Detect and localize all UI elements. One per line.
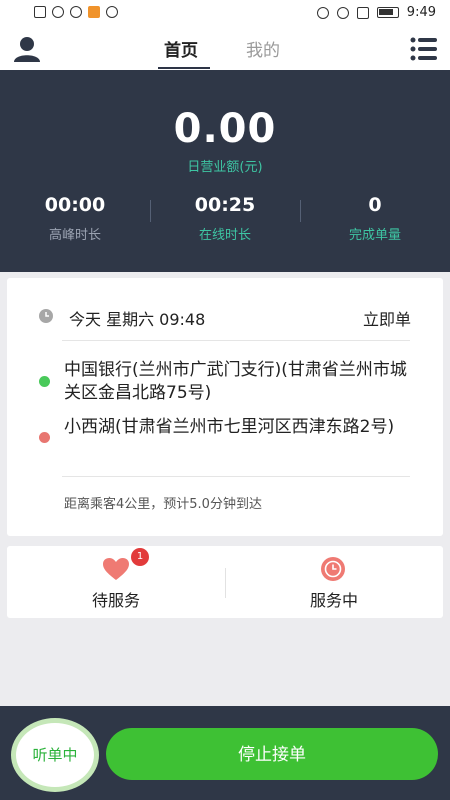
dropoff-dot-icon (39, 432, 50, 443)
heart-icon (103, 558, 129, 580)
stop-accepting-button[interactable]: 停止接单 (106, 728, 438, 780)
top-nav: 首页 我的 (0, 28, 450, 70)
tab-home[interactable]: 首页 (164, 36, 198, 61)
stat-value: 00:25 (194, 194, 256, 216)
tab-mine[interactable]: 我的 (246, 36, 280, 61)
in-service-button[interactable]: 服务中 (225, 546, 443, 618)
divider (62, 340, 410, 341)
battery-icon (376, 7, 399, 18)
stat-online-duration: 00:25 在线时长 (150, 194, 300, 243)
stat-value: 00:00 (44, 194, 106, 216)
bottom-action-bar: 听单中 停止接单 (0, 706, 450, 800)
status-bar: 9:49 (0, 0, 450, 28)
pending-service-label: 待服务 (91, 591, 140, 610)
clock-time: 9:49 (406, 5, 436, 20)
clock-badge-icon (321, 557, 345, 581)
gps-icon (336, 6, 349, 19)
stat-label: 高峰时长 (48, 228, 101, 243)
in-service-label: 服务中 (309, 591, 358, 610)
pending-service-button[interactable]: 1 待服务 (7, 546, 225, 618)
wifi-icon (52, 6, 64, 18)
order-card[interactable]: 今天 星期六 09:48 立即单 中国银行(兰州市广武门支行)(甘肃省兰州市城关… (7, 278, 443, 536)
pickup-dot-icon (39, 376, 50, 387)
listening-orders-button[interactable]: 听单中 (11, 718, 99, 792)
dropoff-address: 小西湖(甘肃省兰州市七里河区西津东路2号) (64, 417, 395, 437)
order-type: 立即单 (362, 310, 411, 329)
order-time: 今天 星期六 09:48 (69, 310, 206, 329)
eye-icon (316, 6, 329, 19)
menu-list-icon[interactable] (410, 37, 438, 61)
daily-income-value: 0.00 (173, 106, 277, 152)
status-icons-right: 9:49 (316, 5, 436, 20)
stat-label: 完成单量 (348, 228, 401, 243)
app-notification-icon (88, 6, 100, 18)
status-icons-left (34, 6, 118, 18)
daily-income-label: 日营业额(元) (187, 160, 263, 175)
distance-estimate: 距离乘客4公里，预计5.0分钟到达 (64, 497, 262, 512)
stat-completed-orders: 0 完成单量 (300, 194, 450, 243)
clock-icon (39, 309, 53, 323)
sim-icon (34, 6, 46, 18)
vibrate-icon (356, 6, 369, 19)
pending-badge: 1 (131, 548, 149, 566)
pickup-address: 中国银行(兰州市广武门支行)(甘肃省兰州市城关区金昌北路75号) (64, 360, 407, 403)
stat-peak-duration: 00:00 高峰时长 (0, 194, 150, 243)
stat-value: 0 (368, 194, 382, 216)
tab-home-indicator (158, 67, 210, 69)
stat-label: 在线时长 (198, 228, 251, 243)
divider (62, 476, 410, 477)
earnings-panel: 0.00 日营业额(元) 00:00 高峰时长 00:25 在线时长 0 完成单… (0, 70, 450, 272)
user-avatar-icon[interactable] (12, 36, 42, 62)
service-status-card: 1 待服务 服务中 (7, 546, 443, 618)
location-icon (70, 6, 82, 18)
qq-icon (106, 6, 118, 18)
